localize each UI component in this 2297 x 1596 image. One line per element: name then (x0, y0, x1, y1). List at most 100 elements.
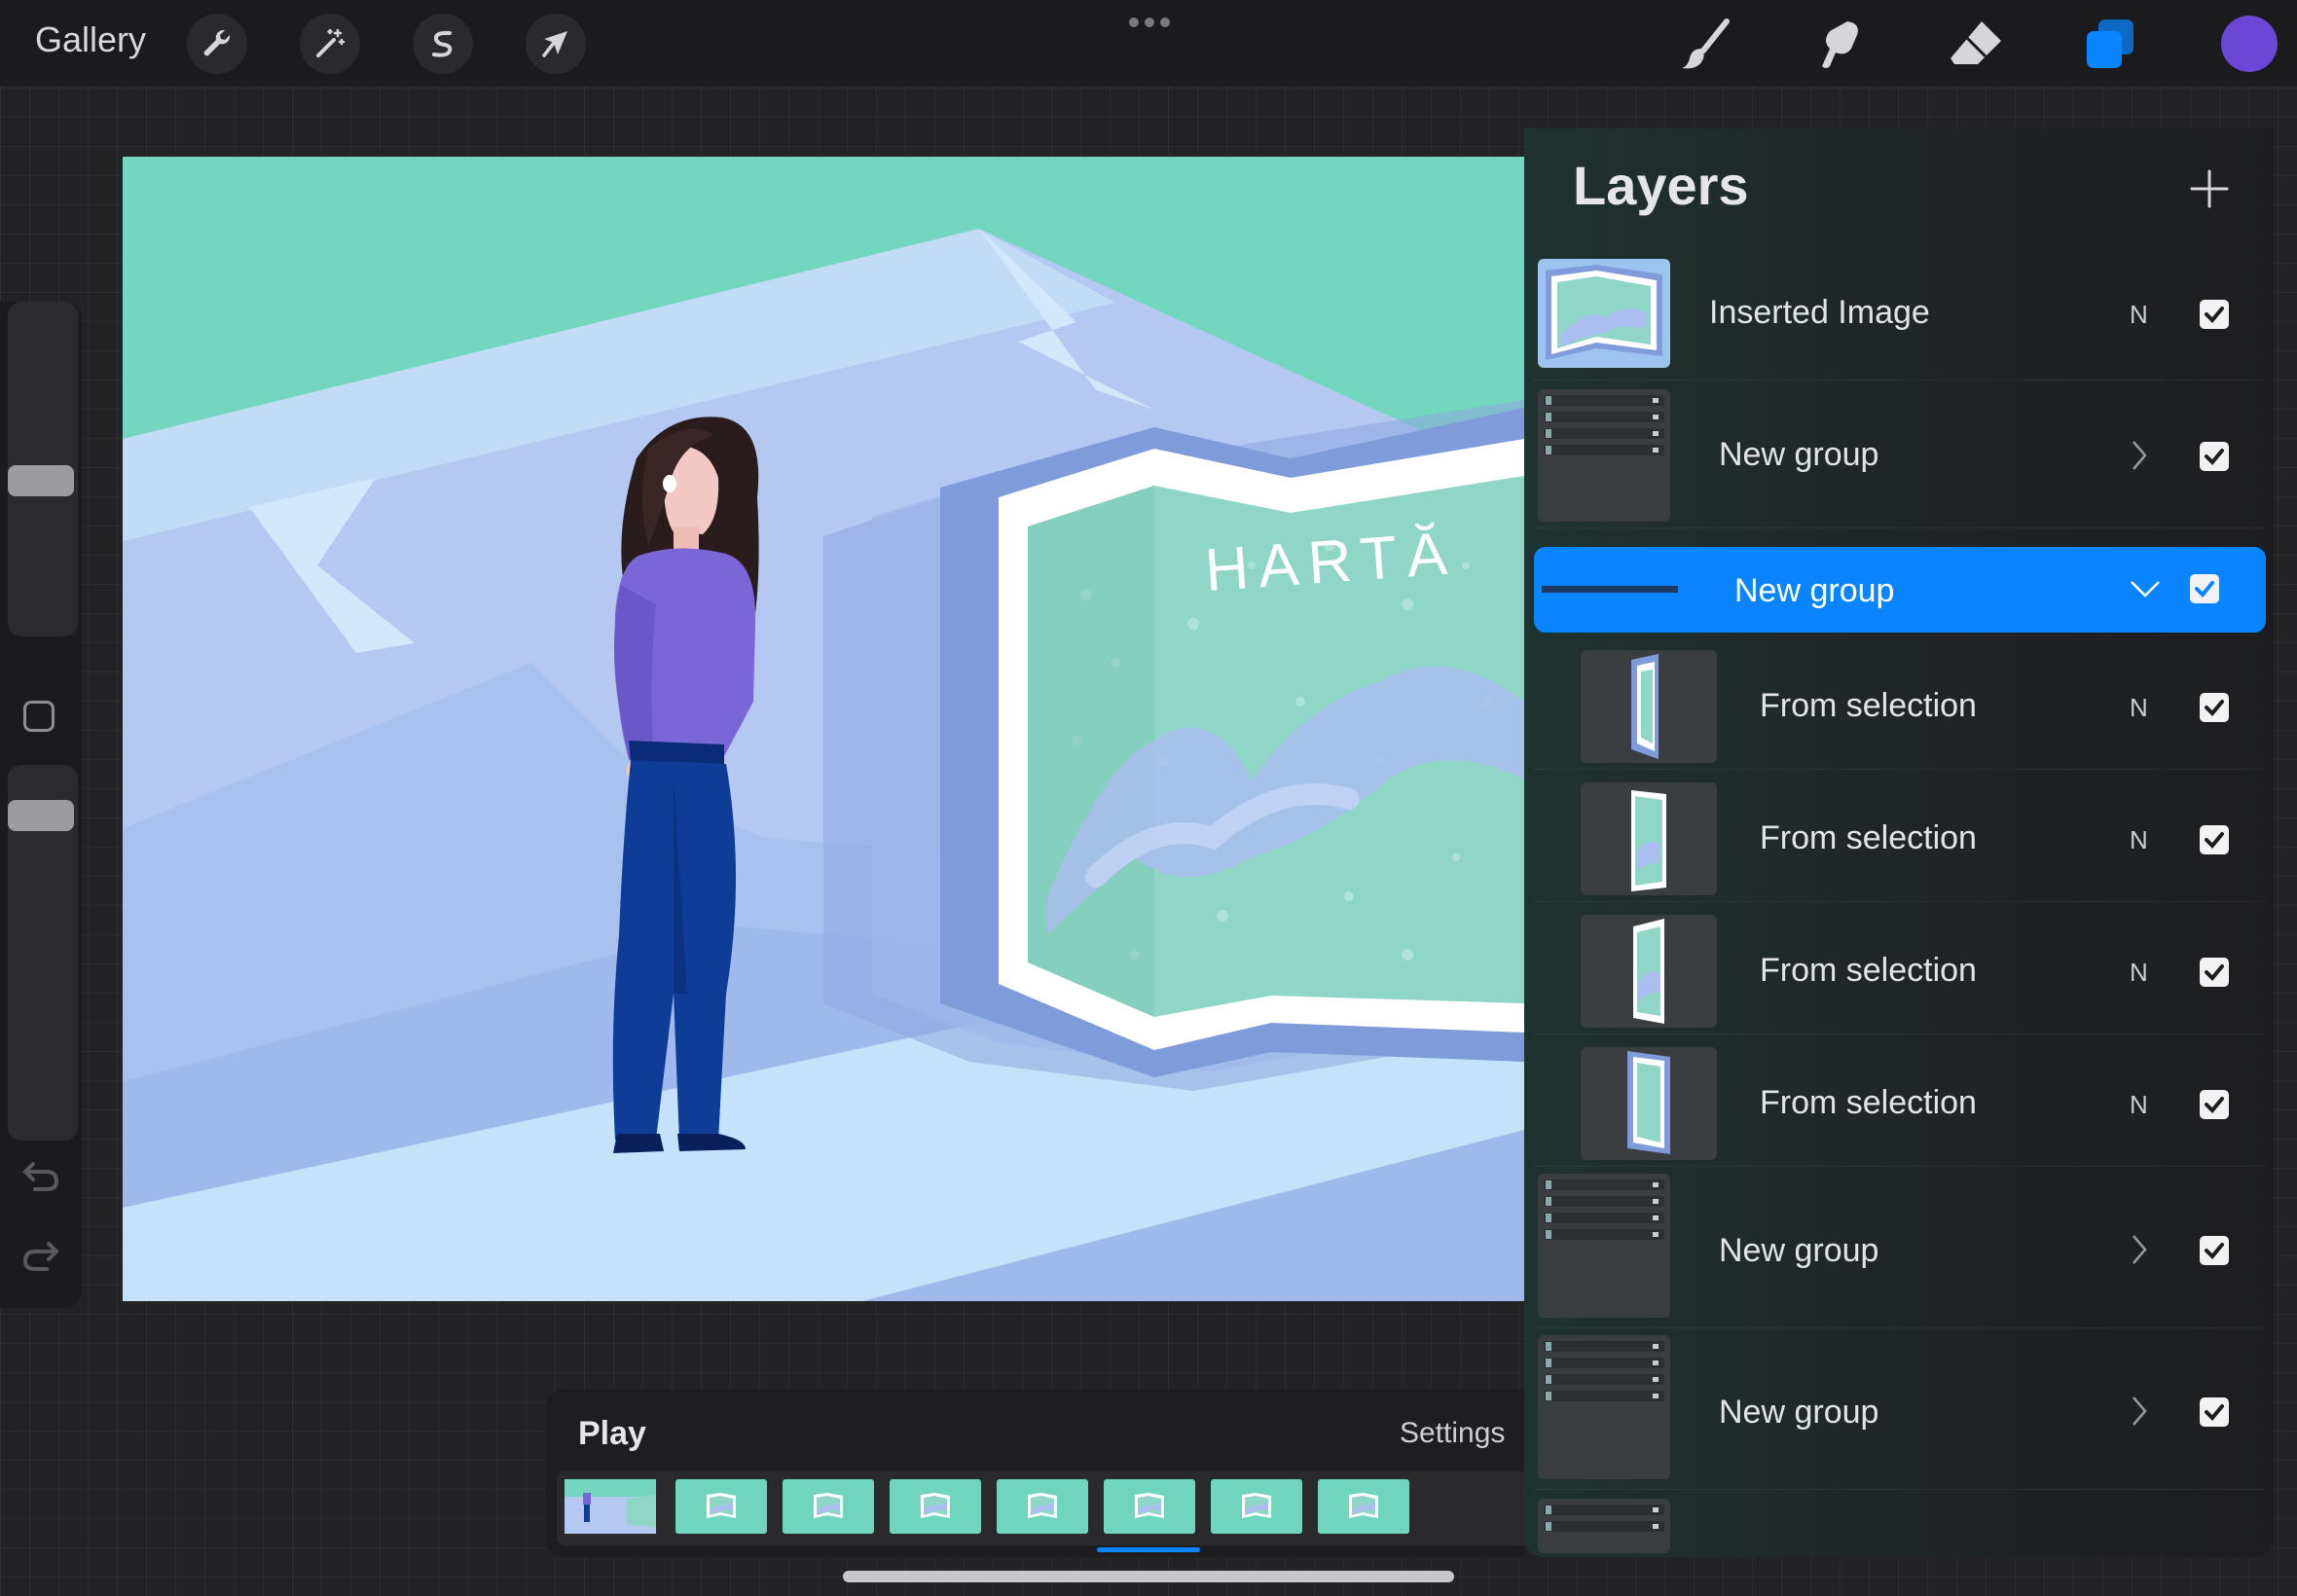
checkmark-icon (2205, 700, 2224, 716)
layer-thumbnail (1581, 782, 1717, 895)
home-indicator[interactable] (843, 1571, 1454, 1582)
layer-row-child[interactable]: From selection N (1534, 775, 2266, 902)
map-icon (1028, 1493, 1057, 1518)
map-piece-thumbnail (1633, 919, 1664, 1024)
eraser-icon[interactable] (1945, 14, 2007, 76)
map-icon (1349, 1493, 1378, 1518)
layers-title: Layers (1573, 155, 1749, 216)
layer-name: From selection (1760, 687, 1977, 724)
frame-thumbnail[interactable] (675, 1479, 767, 1534)
map-piece-thumbnail (1631, 790, 1666, 891)
map-icon (1242, 1493, 1271, 1518)
undo-icon[interactable] (21, 1158, 60, 1193)
blend-mode-button[interactable]: N (2130, 825, 2148, 855)
checkmark-icon (2205, 832, 2224, 849)
frame-thumbnail[interactable] (997, 1479, 1088, 1534)
wrench-icon (203, 29, 231, 56)
layer-row-inserted-image[interactable]: Inserted Image N (1534, 249, 2266, 381)
adjustments-button[interactable] (300, 14, 360, 74)
layer-row-group[interactable]: New group (1534, 1331, 2266, 1490)
magic-wand-icon (316, 28, 346, 57)
layer-name: From selection (1760, 819, 1977, 856)
layer-row-child[interactable]: From selection N (1534, 907, 2266, 1034)
group-thumbnail (1538, 1174, 1670, 1318)
visibility-checkbox[interactable] (2200, 1397, 2229, 1427)
map-piece-thumbnail (1627, 1051, 1670, 1154)
map-icon (707, 1493, 736, 1518)
layer-name: From selection (1760, 1084, 1977, 1121)
frame-thumbnail[interactable] (890, 1479, 981, 1534)
visibility-checkbox[interactable] (2200, 958, 2229, 987)
actions-button[interactable] (187, 14, 247, 74)
top-toolbar: Gallery (0, 0, 2297, 86)
transform-button[interactable] (526, 14, 586, 74)
layer-name: New group (1734, 572, 1895, 609)
visibility-checkbox[interactable] (2200, 693, 2229, 722)
visibility-checkbox[interactable] (2200, 1236, 2229, 1265)
blend-mode-button[interactable]: N (2130, 1090, 2148, 1120)
gallery-button[interactable]: Gallery (35, 19, 146, 60)
add-layer-button[interactable] (2178, 158, 2241, 220)
visibility-checkbox[interactable] (2200, 825, 2229, 854)
chevron-down-icon[interactable] (2128, 578, 2163, 599)
left-sidebar (0, 302, 82, 1308)
redo-icon[interactable] (21, 1238, 60, 1273)
artwork: HARTĂ (123, 157, 1524, 1301)
layer-row-group-partial[interactable] (1534, 1495, 2266, 1553)
transform-arrow-icon (542, 31, 567, 57)
layer-thumbnail (1581, 1047, 1717, 1160)
checkmark-icon (2205, 1243, 2224, 1259)
blend-mode-button[interactable]: N (2130, 693, 2148, 723)
group-thumbnail (1538, 1335, 1670, 1479)
blend-mode-button[interactable]: N (2130, 958, 2148, 988)
layers-icon[interactable] (2079, 14, 2141, 76)
play-button[interactable]: Play (578, 1415, 646, 1453)
more-dots-icon[interactable] (1127, 16, 1172, 29)
visibility-checkbox[interactable] (2200, 1090, 2229, 1119)
frame-thumbnail[interactable] (1318, 1479, 1409, 1534)
chevron-right-icon[interactable] (2130, 1394, 2149, 1429)
blend-mode-button[interactable]: N (2130, 300, 2148, 330)
layer-thumbnail (1538, 259, 1670, 368)
active-frame-indicator (1097, 1547, 1200, 1552)
brush-size-thumb[interactable] (8, 465, 74, 496)
layer-row-group-selected[interactable]: New group (1534, 547, 2266, 633)
brush-size-slider[interactable] (8, 302, 78, 636)
group-thumbnail (1538, 1499, 1670, 1553)
checkmark-icon (2195, 581, 2214, 598)
selection-button[interactable] (413, 14, 473, 74)
layer-row-child[interactable]: From selection N (1534, 1039, 2266, 1167)
layer-name: New group (1719, 1394, 1879, 1431)
drawing-canvas[interactable]: HARTĂ (123, 157, 1524, 1301)
timeline-settings-button[interactable]: Settings (1400, 1417, 1505, 1450)
layer-row-child[interactable]: From selection N (1534, 642, 2266, 770)
chevron-right-icon[interactable] (2130, 438, 2149, 473)
smudge-icon[interactable] (1808, 14, 1871, 76)
layer-row-group[interactable]: New group (1534, 383, 2266, 528)
opacity-thumb[interactable] (8, 800, 74, 831)
selection-s-icon (432, 30, 453, 57)
layer-row-group[interactable]: New group (1534, 1170, 2266, 1328)
layer-thumbnail (1581, 915, 1717, 1028)
chevron-right-icon[interactable] (2130, 1232, 2149, 1267)
group-thumbnail-collapsed (1542, 586, 1678, 593)
visibility-checkbox[interactable] (2200, 442, 2229, 471)
checkmark-icon (2205, 307, 2224, 323)
opacity-slider[interactable] (8, 765, 78, 1141)
modify-button[interactable] (23, 701, 55, 732)
frame-thumbnail[interactable] (565, 1479, 656, 1534)
visibility-checkbox[interactable] (2200, 300, 2229, 329)
map-icon (921, 1493, 950, 1518)
color-swatch[interactable] (2221, 16, 2278, 72)
frame-strip (557, 1471, 1524, 1545)
frame-thumbnail-active[interactable] (1104, 1479, 1195, 1534)
animation-timeline: Play Settings (545, 1390, 1524, 1557)
group-thumbnail (1538, 389, 1670, 522)
brush-icon[interactable] (1674, 14, 1736, 76)
map-thumbnail-image (1546, 265, 1662, 360)
layer-name: New group (1719, 1232, 1879, 1269)
frame-thumbnail[interactable] (783, 1479, 874, 1534)
layer-thumbnail (1581, 650, 1717, 763)
frame-thumbnail[interactable] (1211, 1479, 1302, 1534)
visibility-checkbox[interactable] (2190, 574, 2219, 603)
